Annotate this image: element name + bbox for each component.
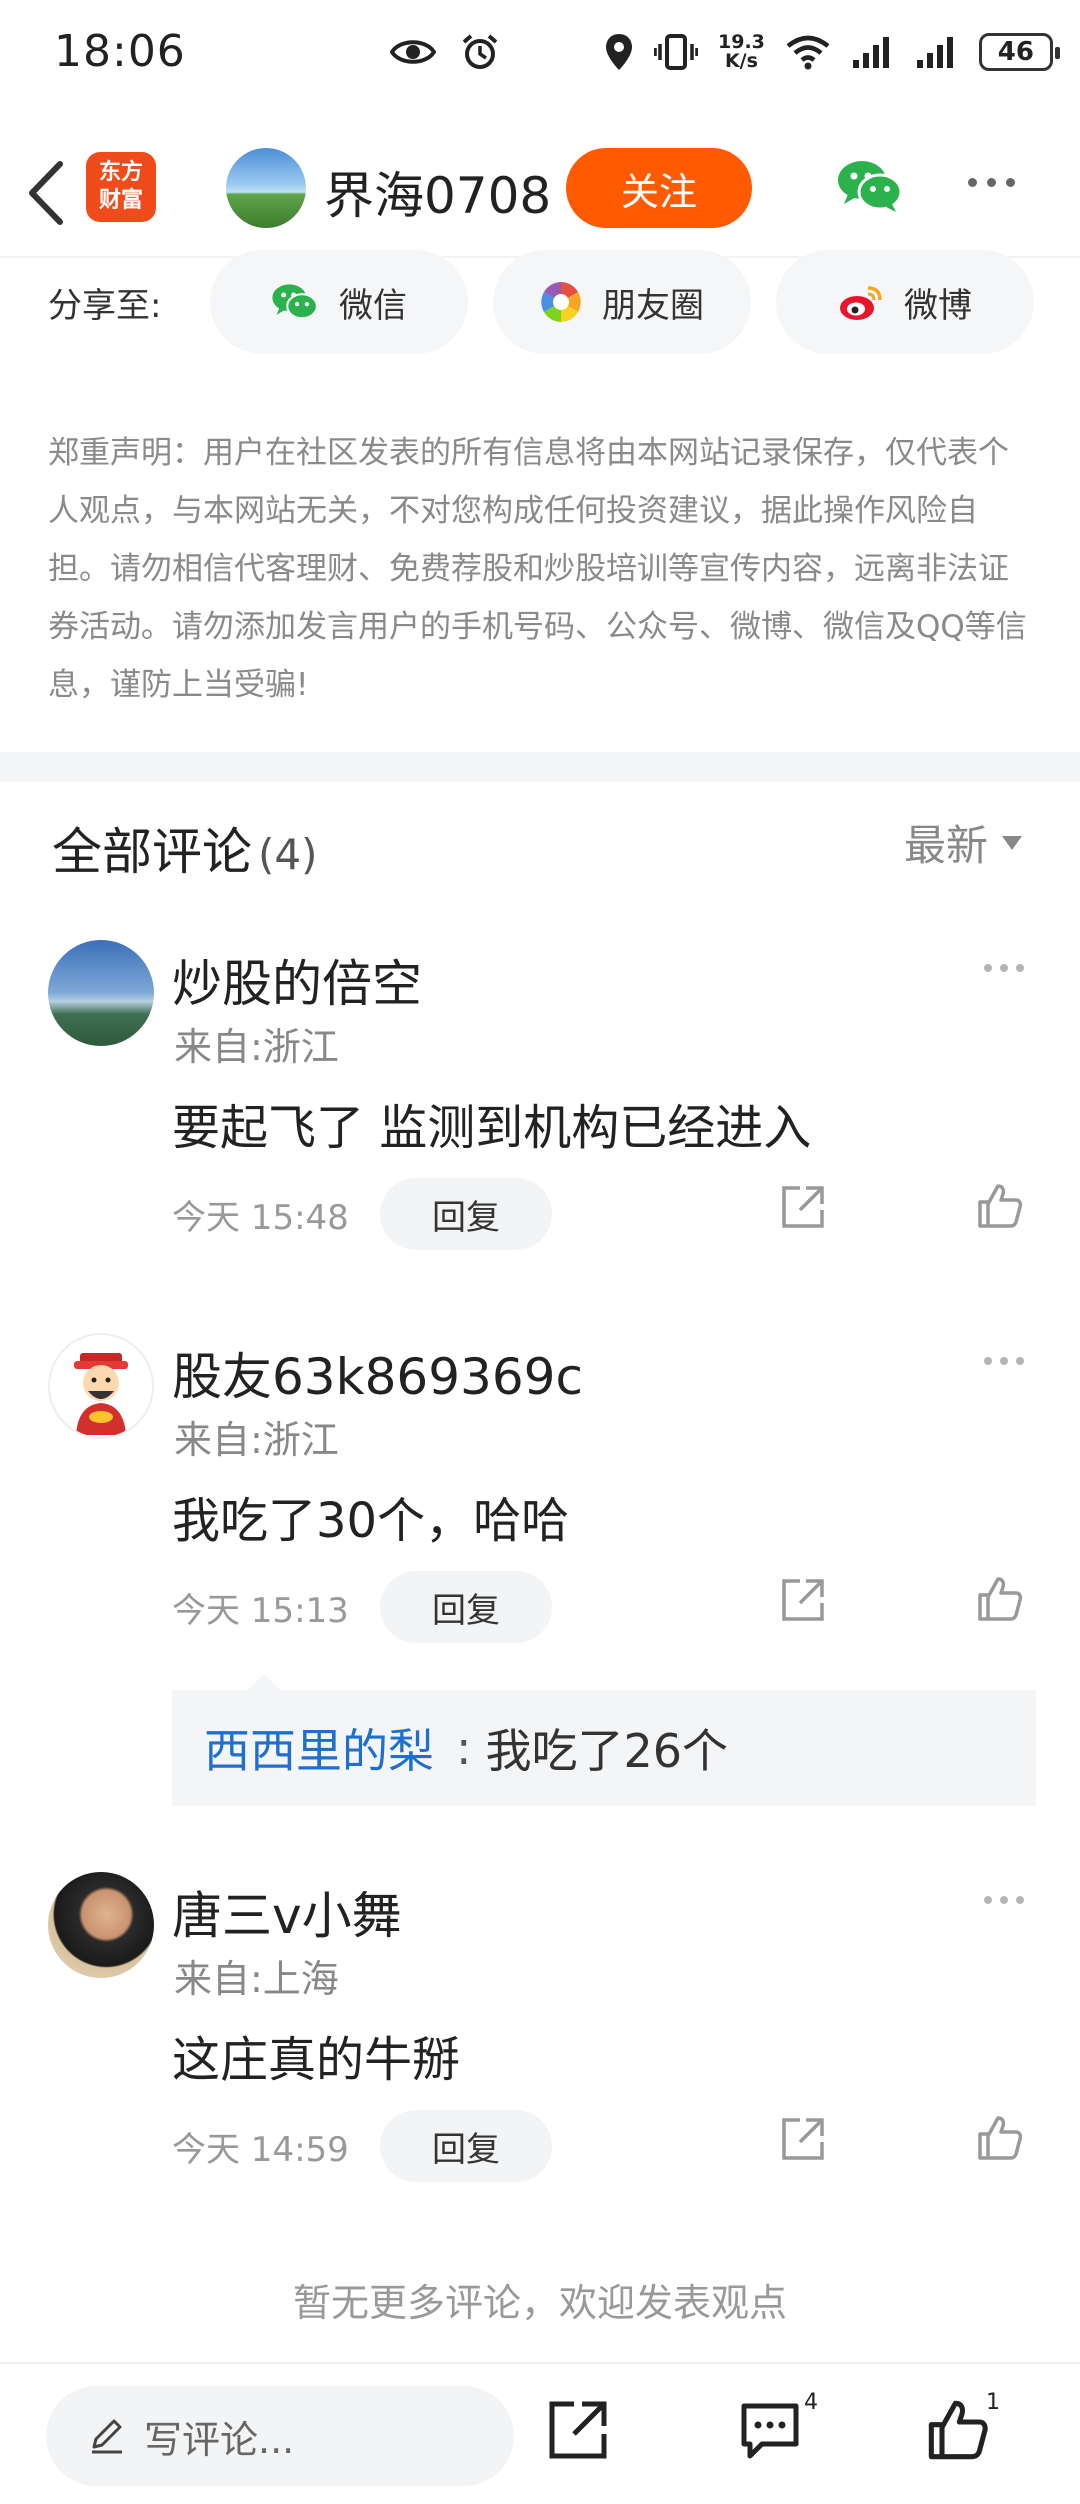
- comment-more-icon[interactable]: [984, 1357, 1024, 1365]
- sub-reply-separator: :: [456, 1721, 472, 1775]
- alarm-icon: [462, 34, 498, 69]
- app-logo-line1: 东方: [98, 160, 143, 185]
- net-speed-unit: K/s: [724, 50, 758, 72]
- comments-button[interactable]: 4: [738, 2390, 818, 2468]
- thumbs-up-icon[interactable]: [976, 2114, 1024, 2162]
- bottom-bar-divider: [0, 2362, 1080, 2364]
- signal-1-icon: [852, 37, 889, 68]
- status-left-icons: [390, 26, 500, 78]
- thumbs-up-icon[interactable]: [976, 1182, 1024, 1230]
- comments-badge: 4: [804, 2390, 818, 2415]
- like-button[interactable]: 1: [926, 2390, 1000, 2468]
- share-icon[interactable]: [780, 1577, 826, 1623]
- commenter-avatar[interactable]: [48, 940, 154, 1046]
- section-divider: [0, 752, 1080, 782]
- comments-title: 全部评论 (4): [52, 812, 318, 884]
- signal-2-icon: [916, 37, 953, 68]
- sort-dropdown[interactable]: 最新: [904, 812, 1023, 873]
- vibrate-icon: [654, 34, 698, 70]
- weibo-icon: [840, 286, 882, 320]
- share-wechat-label: 微信: [339, 285, 407, 326]
- thumbs-up-icon: [928, 2400, 988, 2460]
- commenter-location: 来自:浙江: [174, 1418, 339, 1462]
- commenter-location: 来自:浙江: [174, 1025, 339, 1069]
- wechat-icon[interactable]: [836, 158, 904, 214]
- comment-text: 我吃了30个，哈哈: [172, 1493, 570, 1549]
- pencil-icon: [92, 2419, 122, 2454]
- more-options-icon[interactable]: [968, 178, 1015, 187]
- status-bar: 18:06 19.3 K/s 46: [0, 0, 1080, 110]
- wechat-icon: [272, 284, 318, 320]
- sub-reply-text: 我吃了26个: [485, 1724, 729, 1778]
- thumbs-up-icon[interactable]: [976, 1575, 1024, 1623]
- wifi-icon: [786, 35, 830, 70]
- author-avatar[interactable]: [226, 148, 306, 228]
- commenter-location: 来自:上海: [174, 1957, 339, 2001]
- sub-reply-author[interactable]: 西西里的梨: [204, 1715, 434, 1781]
- status-time: 18:06: [54, 26, 186, 77]
- commenter-name[interactable]: 唐三v小舞: [172, 1876, 402, 1948]
- comment-time: 今天 14:59: [172, 2130, 349, 2170]
- commenter-avatar[interactable]: [48, 1872, 154, 1978]
- comment-time: 今天 15:48: [172, 1198, 349, 1238]
- share-wechat-button[interactable]: 微信: [210, 250, 468, 354]
- caret-down-icon: [1002, 835, 1023, 850]
- follow-button[interactable]: 关注: [566, 148, 752, 228]
- no-more-comments-text: 暂无更多评论，欢迎发表观点: [292, 2281, 787, 2325]
- author-name[interactable]: 界海0708: [324, 156, 551, 228]
- sub-reply[interactable]: 西西里的梨 : 我吃了26个: [172, 1674, 1036, 1806]
- commenter-name[interactable]: 股友63k869369c: [172, 1337, 583, 1409]
- battery-icon: 46: [978, 33, 1060, 71]
- commenter-name[interactable]: 炒股的倍空: [172, 944, 422, 1016]
- comment-bubble-icon: [741, 2403, 799, 2459]
- comments-count: (4): [258, 830, 318, 879]
- status-right-icons: 19.3 K/s 46: [604, 26, 1060, 78]
- disclaimer-text: 郑重声明：用户在社区发表的所有信息将由本网站记录保存，仅代表个人观点，与本网站无…: [48, 435, 1027, 703]
- god-of-wealth-avatar-icon: [74, 1353, 128, 1435]
- reply-button[interactable]: 回复: [380, 2110, 552, 2182]
- comment-more-icon[interactable]: [984, 964, 1024, 972]
- sort-label: 最新: [904, 821, 989, 870]
- app-logo[interactable]: 东方 财富: [86, 152, 156, 222]
- app-logo-line2: 财富: [98, 188, 143, 213]
- top-nav: 东方 财富 界海0708 关注: [0, 128, 1080, 248]
- comment-text: 要起飞了 监测到机构已经进入: [172, 1100, 812, 1156]
- comments-title-label: 全部评论: [52, 823, 252, 881]
- share-moments-label: 朋友圈: [602, 285, 704, 326]
- share-icon[interactable]: [546, 2398, 610, 2462]
- share-icon[interactable]: [780, 2116, 826, 2162]
- share-icon[interactable]: [780, 1184, 826, 1230]
- eye-icon: [390, 40, 436, 64]
- comment-time: 今天 15:13: [172, 1591, 349, 1631]
- moments-icon: [541, 282, 581, 322]
- commenter-avatar[interactable]: [48, 1333, 154, 1439]
- comment-input[interactable]: 写评论...: [46, 2386, 514, 2486]
- battery-level: 46: [997, 37, 1034, 67]
- reply-button[interactable]: 回复: [380, 1571, 552, 1643]
- share-weibo-label: 微博: [904, 285, 972, 326]
- comment-more-icon[interactable]: [984, 1896, 1024, 1904]
- comment-text: 这庄真的牛掰: [172, 2032, 461, 2088]
- likes-badge: 1: [986, 2390, 1000, 2415]
- comment-input-placeholder: 写评论...: [144, 2417, 295, 2462]
- back-arrow-icon[interactable]: [22, 158, 72, 228]
- reply-button[interactable]: 回复: [380, 1178, 552, 1250]
- share-moments-button[interactable]: 朋友圈: [493, 250, 751, 354]
- location-icon: [606, 34, 632, 70]
- net-speed: 19.3 K/s: [718, 33, 765, 71]
- share-label: 分享至:: [48, 286, 162, 326]
- share-weibo-button[interactable]: 微博: [776, 250, 1034, 354]
